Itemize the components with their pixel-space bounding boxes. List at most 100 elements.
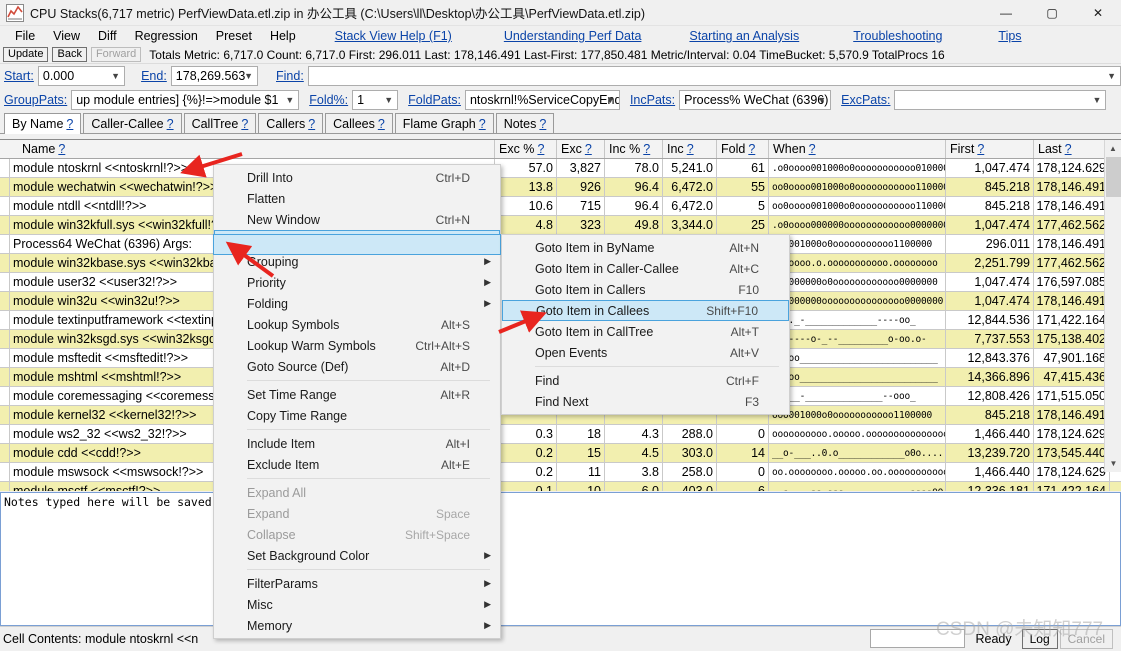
row-first[interactable]: 845.218 xyxy=(946,406,1034,424)
foldpats-combo[interactable]: ntoskrnl!%ServiceCopyEnd ▼ xyxy=(464,90,620,110)
row-when[interactable]: __.._-_____________----oo_ xyxy=(769,311,946,329)
row-exc-pct[interactable]: 10.6 xyxy=(495,197,557,215)
context-menu-item-folding[interactable]: Folding ▶ xyxy=(214,293,500,314)
context-menu-item-new-window[interactable]: New Window Ctrl+N xyxy=(214,209,500,230)
help-icon[interactable]: ? xyxy=(1065,142,1072,156)
row-last[interactable]: 178,124.629 xyxy=(1034,463,1110,481)
row-when[interactable]: ooo000000o0oooooooooooo0000000 xyxy=(769,273,946,291)
row-when[interactable]: ooo000000ooooooooooooooo0000000 xyxy=(769,292,946,310)
context-menu-item-include-item[interactable]: Include Item Alt+I xyxy=(214,433,500,454)
context-menu-item-lookup-warm-symbols[interactable]: Lookup Warm Symbols Ctrl+Alt+S xyxy=(214,335,500,356)
start-label[interactable]: Start: xyxy=(4,69,34,83)
context-menu-item-set-background-color[interactable]: Set Background Color ▶ xyxy=(214,545,500,566)
row-when[interactable]: .o0oooo001000o0ooooooooooo0100000 xyxy=(769,159,946,177)
row-exc-pct[interactable]: 4.8 xyxy=(495,216,557,234)
row-when[interactable]: oo.oooooooo.ooooo.oo.ooooooooooooo xyxy=(769,463,946,481)
row-last[interactable]: 177,462.562 xyxy=(1034,216,1110,234)
excpats-combo[interactable]: ▼ xyxy=(894,90,1107,110)
menu-file[interactable]: File xyxy=(6,27,44,45)
row-when[interactable]: __.__-______________--ooo_ xyxy=(769,387,946,405)
row-last[interactable]: 178,146.491 xyxy=(1034,197,1110,215)
row-last[interactable]: 176,597.085 xyxy=(1034,273,1110,291)
row-inc-pct[interactable]: 3.8 xyxy=(605,463,663,481)
context-menu-item-goto-source-def-[interactable]: Goto Source (Def) Alt+D xyxy=(214,356,500,377)
start-combo[interactable]: 0.000 ▼ xyxy=(37,66,126,86)
row-first[interactable]: 7,737.553 xyxy=(946,330,1034,348)
help-icon[interactable]: ? xyxy=(479,117,486,131)
row-when[interactable]: .o0oooo000000oooooooooooo00000000 xyxy=(769,216,946,234)
row-exc-pct[interactable]: 0.2 xyxy=(495,463,557,481)
scrollbar-thumb[interactable] xyxy=(1106,157,1121,197)
row-inc[interactable]: 303.0 xyxy=(663,444,717,462)
row-first[interactable]: 12,844.536 xyxy=(946,311,1034,329)
row-when[interactable]: oooooooooo.ooooo.oooooooooooooooo xyxy=(769,425,946,443)
row-when[interactable]: ___oo_________________________ xyxy=(769,368,946,386)
row-exc-pct[interactable]: 57.0 xyxy=(495,159,557,177)
row-when[interactable]: oo0oooo001000o0ooooooooooo1100000 xyxy=(769,197,946,215)
row-last[interactable]: 175,138.402 xyxy=(1034,330,1110,348)
row-fold[interactable]: 6 xyxy=(717,482,769,491)
column-header-when[interactable]: When? xyxy=(769,140,946,158)
update-button[interactable]: Update xyxy=(3,47,49,62)
link-stack-view-help[interactable]: Stack View Help (F1) xyxy=(335,29,452,43)
context-menu-item-drill-into[interactable]: Drill Into Ctrl+D xyxy=(214,167,500,188)
foldpct-label[interactable]: Fold%: xyxy=(309,93,348,107)
log-button[interactable]: Log xyxy=(1021,628,1058,649)
row-inc[interactable]: 258.0 xyxy=(663,463,717,481)
row-exc-pct[interactable]: 0.2 xyxy=(495,444,557,462)
row-when[interactable]: ___oo_________________________ xyxy=(769,349,946,367)
context-menu-item-copy-time-range[interactable]: Copy Time Range xyxy=(214,405,500,426)
help-icon[interactable]: ? xyxy=(167,117,174,131)
goto-submenu-item-goto-item-in-callers[interactable]: Goto Item in Callers F10 xyxy=(502,279,789,300)
column-header-name[interactable]: Name? xyxy=(0,140,495,158)
context-menu-item-exclude-item[interactable]: Exclude Item Alt+E xyxy=(214,454,500,475)
row-exc[interactable]: 10 xyxy=(557,482,605,491)
help-icon[interactable]: ? xyxy=(809,142,816,156)
context-menu-item-memory[interactable]: Memory ▶ xyxy=(214,615,500,636)
find-label[interactable]: Find: xyxy=(276,69,304,83)
menu-regression[interactable]: Regression xyxy=(126,27,207,45)
row-last[interactable]: 177,462.562 xyxy=(1034,254,1110,272)
context-menu-item-filterparams[interactable]: FilterParams ▶ xyxy=(214,573,500,594)
row-inc-pct[interactable]: 4.5 xyxy=(605,444,663,462)
row-first[interactable]: 1,047.474 xyxy=(946,216,1034,234)
help-icon[interactable]: ? xyxy=(58,142,65,156)
back-button[interactable]: Back xyxy=(52,47,87,62)
goto-submenu-item-find[interactable]: Find Ctrl+F xyxy=(502,370,789,391)
row-inc-pct[interactable]: 96.4 xyxy=(605,197,663,215)
context-menu-item-misc[interactable]: Misc ▶ xyxy=(214,594,500,615)
tab-flame-graph[interactable]: Flame Graph? xyxy=(394,113,494,133)
row-last[interactable]: 178,146.491 xyxy=(1034,406,1110,424)
end-combo[interactable]: 178,269.563 ▼ xyxy=(170,66,258,86)
row-when[interactable]: oo0oooo001000o0ooooooooooo1100000 xyxy=(769,178,946,196)
help-icon[interactable]: ? xyxy=(241,117,248,131)
row-exc[interactable]: 11 xyxy=(557,463,605,481)
goto-submenu-item-goto-item-in-byname[interactable]: Goto Item in ByName Alt+N xyxy=(502,237,789,258)
table-row[interactable]: module cdd <<cdd!?>> 0.2 15 4.5 303.0 14 __o-_… xyxy=(0,444,1121,463)
column-header-exc[interactable]: Exc? xyxy=(557,140,605,158)
row-inc[interactable]: 5,241.0 xyxy=(663,159,717,177)
row-fold[interactable]: 14 xyxy=(717,444,769,462)
help-icon[interactable]: ? xyxy=(977,142,984,156)
row-first[interactable]: 845.218 xyxy=(946,178,1034,196)
row-when[interactable]: ooo001000o0ooooooooooo1100000 xyxy=(769,235,946,253)
row-first[interactable]: 296.011 xyxy=(946,235,1034,253)
row-inc[interactable]: 6,472.0 xyxy=(663,197,717,215)
row-first[interactable]: 13,239.720 xyxy=(946,444,1034,462)
row-fold[interactable]: 25 xyxy=(717,216,769,234)
row-inc[interactable]: 6,472.0 xyxy=(663,178,717,196)
column-header-first[interactable]: First? xyxy=(946,140,1034,158)
table-row[interactable]: module ntdll <<ntdll!?>> 10.6 715 96.4 6,472… xyxy=(0,197,1121,216)
table-row[interactable]: module msctf <<msctf!?>> 0.1 10 6.0 403.0 6 __… xyxy=(0,482,1121,491)
table-row[interactable]: module win32kfull.sys <<win32kfull!?>> 4.… xyxy=(0,216,1121,235)
column-header-fold[interactable]: Fold? xyxy=(717,140,769,158)
row-inc-pct[interactable]: 4.3 xyxy=(605,425,663,443)
table-row[interactable]: module mswsock <<mswsock!?>> 0.2 11 3.8 258.… xyxy=(0,463,1121,482)
help-icon[interactable]: ? xyxy=(539,117,546,131)
link-tips[interactable]: Tips xyxy=(998,29,1021,43)
tab-calltree[interactable]: CallTree? xyxy=(183,113,257,133)
row-first[interactable]: 12,336.181 xyxy=(946,482,1034,491)
menu-preset[interactable]: Preset xyxy=(207,27,261,45)
row-fold[interactable]: 61 xyxy=(717,159,769,177)
row-inc[interactable]: 3,344.0 xyxy=(663,216,717,234)
